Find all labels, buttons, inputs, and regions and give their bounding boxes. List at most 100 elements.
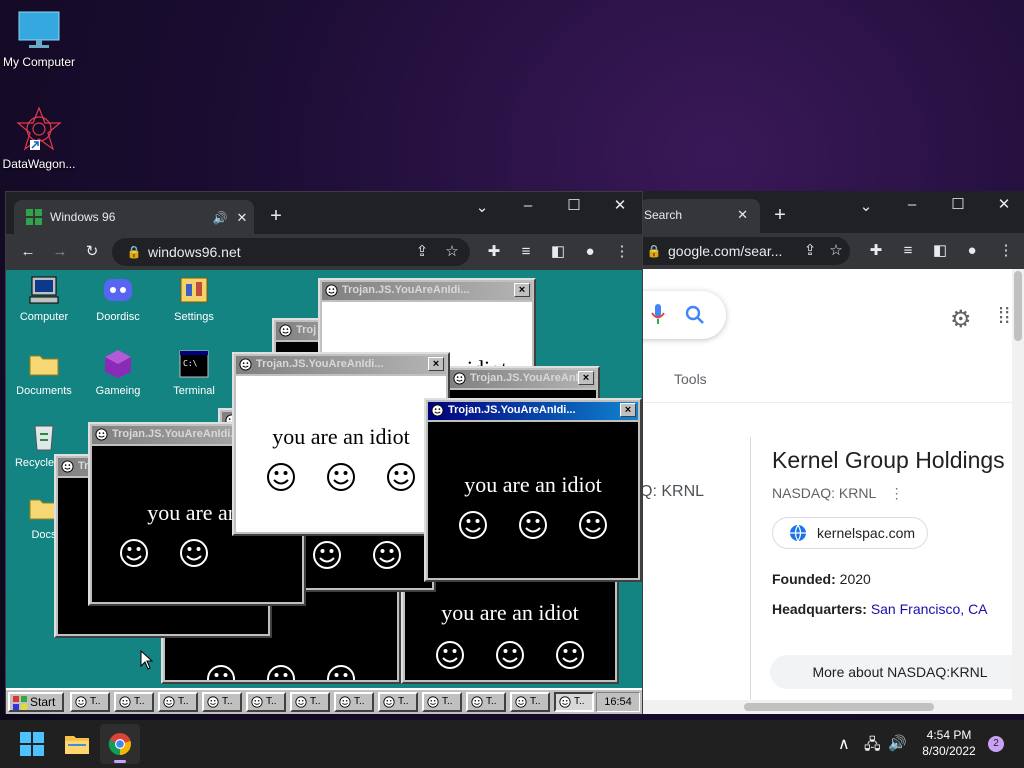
popup-title: Trojan.JS.YouAreAnIdi... [342, 284, 470, 296]
menu-icon[interactable]: ⋮ [610, 242, 634, 262]
forward-arrow-icon[interactable]: → [48, 242, 72, 262]
desktop-icon-datawagon[interactable]: DataWagon... [0, 106, 78, 171]
chevron-down-icon[interactable]: ⌄ [856, 197, 876, 217]
popup-close-button[interactable]: × [428, 357, 444, 371]
minimize-icon[interactable]: – [516, 196, 540, 216]
lock-icon: 🔒 [646, 244, 662, 258]
vertical-scrollbar[interactable] [1012, 269, 1024, 714]
tools-link[interactable]: Tools [674, 371, 707, 387]
w96-start-button[interactable]: Start [8, 692, 64, 712]
task-label: T.. [222, 696, 233, 707]
clock[interactable]: 4:54 PM 8/30/2022 [914, 728, 984, 758]
apps-grid-icon[interactable]: ⁞⁞ [998, 303, 1010, 329]
maximize-icon[interactable]: ☐ [948, 195, 968, 215]
share-icon[interactable]: ⇪ [800, 241, 820, 261]
windows-start-icon[interactable] [20, 732, 44, 756]
website-chip[interactable]: kernelspac.com [772, 517, 929, 549]
new-tab-icon[interactable]: + [264, 206, 288, 226]
extensions-icon[interactable]: ✚ [866, 241, 886, 261]
reload-icon[interactable]: ↻ [80, 242, 104, 262]
chrome-taskbar-button[interactable] [100, 724, 140, 764]
share-icon[interactable]: ⇪ [410, 242, 434, 262]
discord-icon [104, 279, 132, 301]
w96-icon-terminal[interactable]: C:\ Terminal [156, 348, 232, 397]
minimize-icon[interactable]: – [902, 195, 922, 215]
w96-icon-settings[interactable]: Settings [156, 274, 232, 323]
chevron-down-icon[interactable]: ⌄ [470, 198, 494, 218]
tray-chevron-icon[interactable]: ∧ [838, 734, 850, 754]
w96-task-button[interactable]: T.. [422, 692, 462, 712]
popup-titlebar[interactable]: Trojan.JS.YouAreAnIdi... × [322, 282, 532, 300]
profile-icon[interactable]: ● [962, 241, 982, 261]
search-icon[interactable] [685, 305, 705, 325]
popup-close-button[interactable]: × [620, 403, 636, 417]
w96-icon-computer[interactable]: Computer [6, 274, 82, 323]
file-explorer-icon[interactable] [64, 733, 90, 755]
more-options-icon[interactable]: ⋮ [890, 485, 904, 501]
profile-icon[interactable]: ● [578, 242, 602, 262]
popup-titlebar[interactable]: Trojan.JS.YouAreAnIdi...× [450, 370, 596, 388]
microphone-icon[interactable] [651, 304, 665, 326]
close-tab-icon[interactable]: ✕ [737, 207, 748, 223]
w96-task-button[interactable]: T.. [290, 692, 330, 712]
smiley-face-icon [496, 641, 524, 669]
close-window-icon[interactable]: ✕ [994, 195, 1014, 215]
media-icon[interactable]: ≡ [514, 242, 538, 262]
smiley-icon [427, 696, 439, 708]
close-tab-icon[interactable]: ✕ [230, 208, 254, 228]
popup-close-button[interactable]: × [514, 283, 530, 297]
smiley-row [236, 462, 446, 497]
popup-window[interactable]: Trojan.JS.YouAreAnIdi... × you are an idi… [232, 352, 450, 536]
close-window-icon[interactable]: ✕ [608, 196, 632, 216]
w96-task-button[interactable]: T.. [158, 692, 198, 712]
popup-titlebar[interactable]: Trojan.JS.YouAreAnIdi...× [428, 402, 638, 420]
cube-icon [105, 350, 131, 378]
w96-task-button[interactable]: T.. [510, 692, 550, 712]
scrollbar-thumb[interactable] [1014, 271, 1022, 341]
new-tab-icon[interactable]: + [770, 205, 790, 225]
volume-icon[interactable]: 🔊 [888, 734, 907, 752]
w96-task-button[interactable]: T.. [378, 692, 418, 712]
w96-icon-documents[interactable]: Documents [6, 348, 82, 397]
menu-icon[interactable]: ⋮ [996, 241, 1016, 261]
hscroll-thumb[interactable] [744, 703, 934, 711]
w96-task-button[interactable]: T.. [334, 692, 374, 712]
tab-windows96[interactable]: Windows 96 🔊 ✕ [14, 200, 254, 236]
star-icon[interactable]: ☆ [440, 242, 464, 262]
search-box[interactable] [640, 291, 726, 339]
smiley-icon [95, 428, 108, 441]
side-panel-icon[interactable]: ◧ [930, 241, 950, 261]
w96-taskbar: Start T.. T.. T.. T.. T.. T.. T.. T.. T.… [6, 688, 642, 714]
notification-badge[interactable]: 2 [988, 736, 1004, 752]
star-icon[interactable]: ☆ [826, 241, 846, 261]
speaker-icon[interactable]: 🔊 [208, 208, 232, 228]
horizontal-scrollbar[interactable] [640, 700, 1012, 714]
headquarters-link[interactable]: San Francisco, CA [871, 601, 988, 617]
address-bar[interactable]: 🔒 google.com/sear... ⇪ ☆ [640, 237, 850, 265]
network-icon[interactable]: 🖧 [864, 734, 881, 759]
w96-task-button[interactable]: T.. [246, 692, 286, 712]
maximize-icon[interactable]: ☐ [562, 196, 586, 216]
w96-icon-gameing[interactable]: Gameing [80, 348, 156, 397]
side-panel-icon[interactable]: ◧ [546, 242, 570, 262]
smiley-face-icon [313, 541, 341, 569]
back-arrow-icon[interactable]: ← [16, 242, 40, 262]
w96-task-button[interactable]: T.. [202, 692, 242, 712]
more-about-button[interactable]: More about NASDAQ:KRNL [770, 655, 1024, 689]
active-indicator [114, 760, 126, 763]
w96-task-button[interactable]: T.. [114, 692, 154, 712]
smiley-face-icon [267, 665, 295, 680]
w96-task-button-active[interactable]: T.. [554, 692, 594, 712]
w96-task-button[interactable]: T.. [70, 692, 110, 712]
popup-window-active[interactable]: Trojan.JS.YouAreAnIdi... × you are an idi… [424, 398, 642, 582]
popup-titlebar[interactable]: Trojan.JS.YouAreAnIdi...× [236, 356, 446, 374]
popup-close-button[interactable]: × [578, 371, 594, 385]
extensions-icon[interactable]: ✚ [482, 242, 506, 262]
desktop-icon-my-computer[interactable]: My Computer [0, 10, 78, 69]
settings-gear-icon[interactable]: ⚙ [950, 305, 972, 334]
address-bar[interactable]: 🔒 windows96.net ⇪ ☆ [112, 238, 470, 266]
tab-google-search[interactable]: Search ✕ [640, 199, 760, 233]
w96-icon-doordisc[interactable]: Doordisc [80, 274, 156, 323]
media-icon[interactable]: ≡ [898, 241, 918, 261]
w96-task-button[interactable]: T.. [466, 692, 506, 712]
